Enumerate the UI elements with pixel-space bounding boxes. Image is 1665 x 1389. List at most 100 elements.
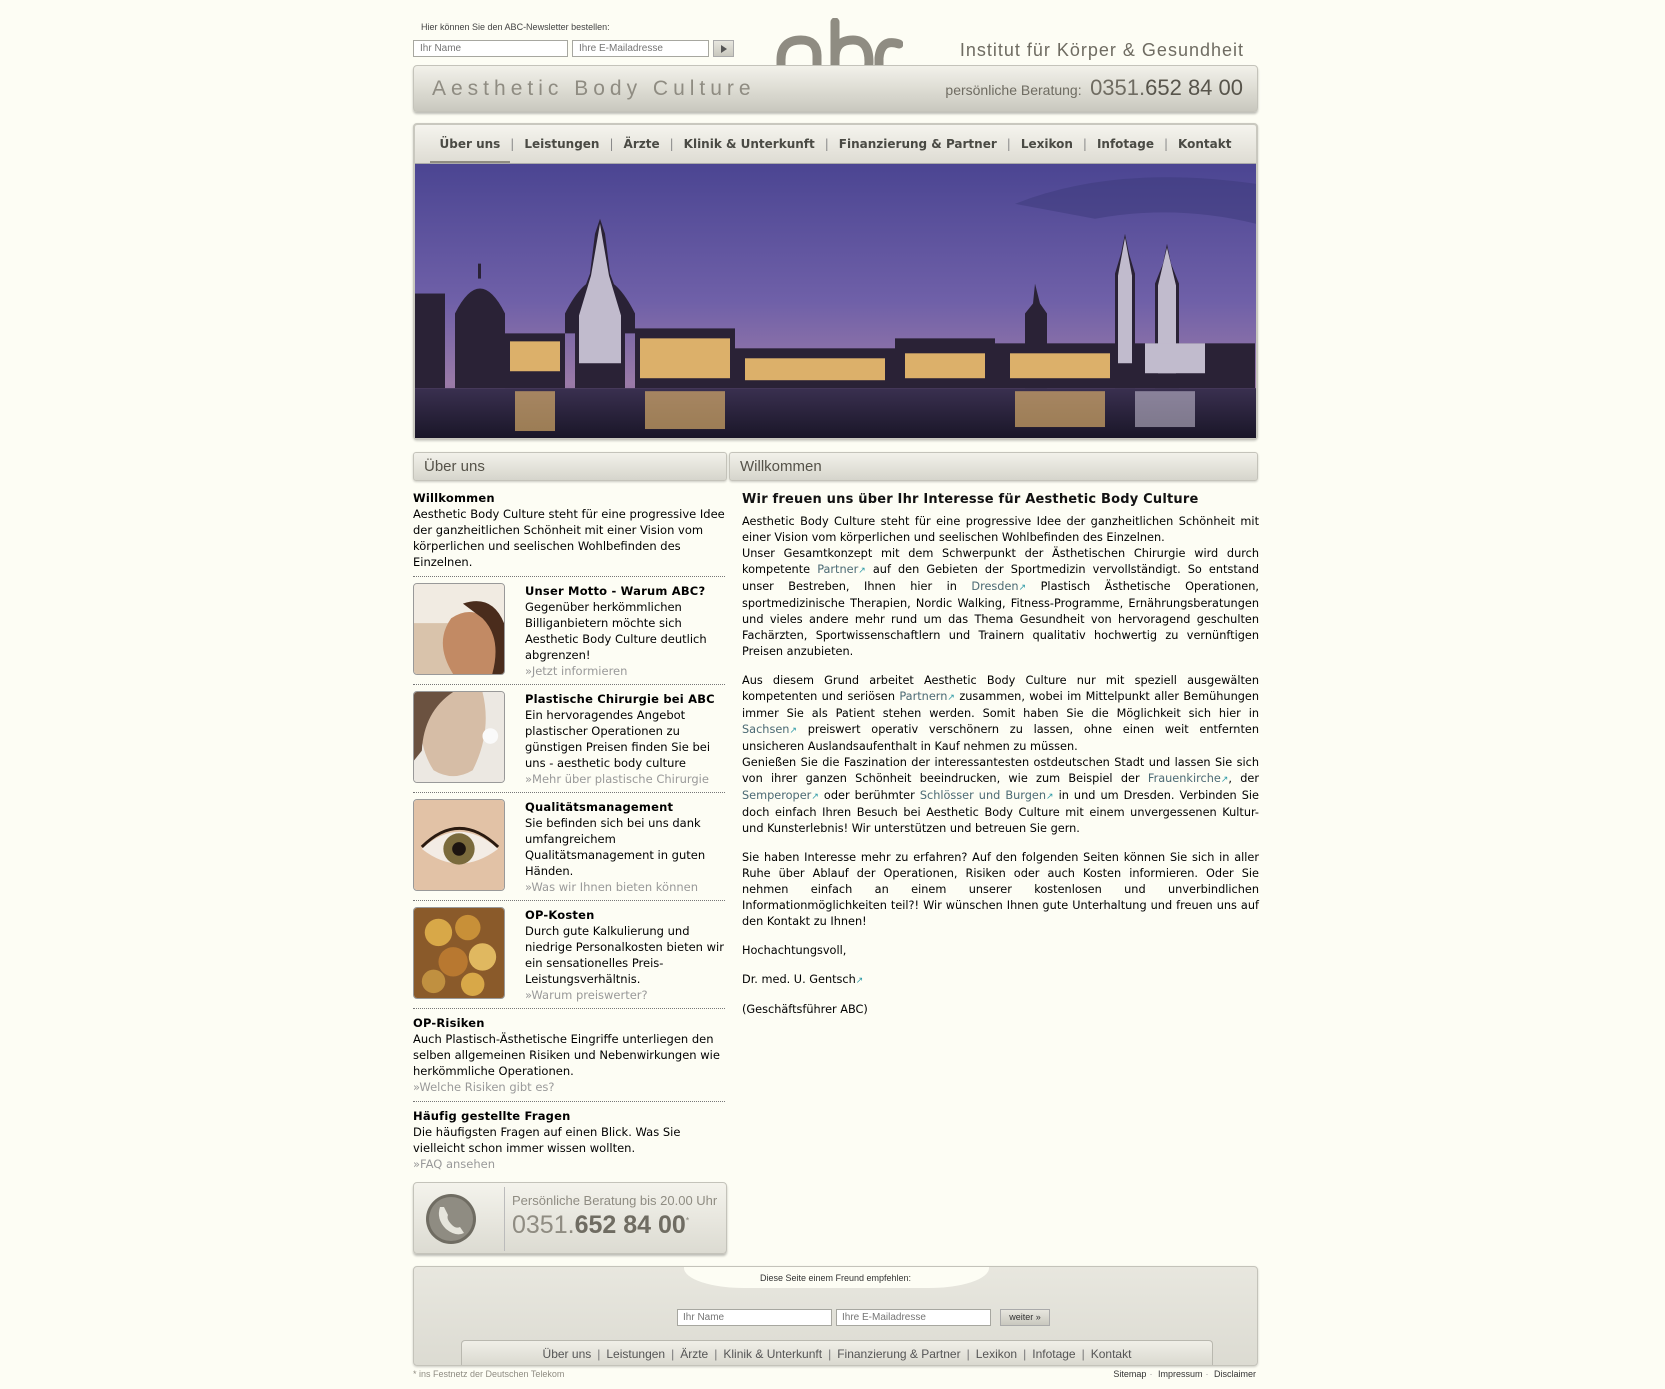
impressum-link[interactable]: Impressum	[1158, 1369, 1203, 1379]
faq-block: Häufig gestellte Fragen Die häufigsten F…	[413, 1108, 725, 1172]
newsletter-email-input[interactable]	[572, 40, 709, 57]
list-item: Unser Motto - Warum ABC? Gegenüber herkö…	[413, 583, 725, 685]
footer: Diese Seite einem Freund empfehlen: weit…	[413, 1266, 1258, 1366]
nav-separator: |	[671, 1347, 675, 1361]
main-nav: Über uns | Leistungen | Ärzte | Klinik &…	[415, 125, 1256, 163]
faq-text: Die häufigsten Fragen auf einen Blick. W…	[413, 1125, 681, 1155]
item-text: Gegenüber herkömmlichen Billiganbietern …	[525, 600, 707, 662]
footer-nav-item[interactable]: Klinik & Unterkunft	[723, 1347, 822, 1361]
paragraph: Sie haben Interesse mehr zu erfahren? Au…	[742, 851, 1259, 928]
newsletter-submit-button[interactable]	[713, 40, 734, 57]
signature: Dr. med. U. Gentsch↗	[742, 972, 1259, 989]
item-text: Ein hervoragendes Angebot plastischer Op…	[525, 708, 711, 770]
hero-dresden-skyline-image	[415, 163, 1256, 438]
woman-portrait-thumbnail[interactable]	[413, 583, 505, 675]
list-item: OP-Kosten Durch gute Kalkulierung und ni…	[413, 907, 725, 1009]
recommend-email-input[interactable]	[836, 1309, 991, 1326]
item-title[interactable]: OP-Kosten	[525, 907, 725, 923]
list-item: Qualitätsmanagement Sie befinden sich be…	[413, 799, 725, 901]
welcome-title[interactable]: Willkommen	[413, 490, 725, 506]
eye-thumbnail[interactable]	[413, 799, 505, 891]
welcome-text: Aesthetic Body Culture steht für eine pr…	[413, 507, 725, 569]
content-title: Wir freuen uns über Ihr Interesse für Ae…	[742, 492, 1199, 507]
link-frauenkirche[interactable]: Frauenkirche	[1148, 772, 1221, 785]
divider	[504, 1187, 505, 1251]
link-schloesser[interactable]: Schlösser und Burgen	[920, 789, 1046, 802]
item-text: Durch gute Kalkulierung und niedrige Per…	[525, 924, 724, 986]
footer-nav-item[interactable]: Kontakt	[1091, 1347, 1132, 1361]
paragraph: Aus diesem Grund arbeitet Aesthetic Body…	[742, 674, 1260, 835]
closing: Hochachtungsvoll,	[742, 944, 847, 957]
nav-separator: |	[714, 1347, 718, 1361]
nav-separator: |	[1081, 1347, 1085, 1361]
footnote: * ins Festnetz der Deutschen Telekom	[413, 1369, 565, 1379]
recommend-name-input[interactable]	[677, 1309, 832, 1326]
footer-nav-item[interactable]: Über uns	[543, 1347, 592, 1361]
external-link-icon: ↗	[947, 693, 955, 703]
left-column: Willkommen Aesthetic Body Culture steht …	[413, 490, 725, 1172]
link-sachsen[interactable]: Sachsen	[742, 723, 789, 736]
link-partnern[interactable]: Partnern	[899, 690, 947, 703]
newsletter-label: Hier können Sie den ABC-Newsletter beste…	[421, 22, 610, 32]
item-title[interactable]: Plastische Chirurgie bei ABC	[525, 691, 725, 707]
recommend-label: Diese Seite einem Freund empfehlen:	[759, 1273, 912, 1283]
external-link-icon: ↗	[858, 566, 866, 576]
footer-nav-item[interactable]: Ärzte	[680, 1347, 708, 1361]
footer-nav-item[interactable]: Infotage	[1032, 1347, 1075, 1361]
nav-separator: |	[1023, 1347, 1027, 1361]
link-separator: ·	[1149, 1369, 1153, 1379]
header-phone-label: persönliche Beratung:	[945, 82, 1082, 98]
woman-face-thumbnail[interactable]	[413, 691, 505, 783]
nav-separator: |	[966, 1347, 970, 1361]
role: (Geschäftsführer ABC)	[742, 1003, 868, 1016]
link-semperoper[interactable]: Semperoper	[742, 789, 811, 802]
link-separator: ·	[1205, 1369, 1209, 1379]
phone-consultation-box: Persönliche Beratung bis 20.00 Uhr 0351.…	[413, 1182, 727, 1254]
faq-more-link[interactable]: »FAQ ansehen	[413, 1156, 725, 1172]
link-dresden[interactable]: Dresden	[971, 580, 1018, 593]
item-text: Sie befinden sich bei uns dank umfangrei…	[525, 816, 706, 878]
external-link-icon: ↗	[789, 726, 798, 736]
link-signature[interactable]: Dr. med. U. Gentsch	[742, 973, 856, 986]
nav-item-klinik[interactable]: Klinik & Unterkunft	[674, 125, 825, 163]
header-bar: Aesthetic Body Culture persönliche Berat…	[413, 65, 1258, 112]
footer-nav-item[interactable]: Lexikon	[976, 1347, 1017, 1361]
page: Hier können Sie den ABC-Newsletter beste…	[413, 0, 1260, 1389]
coins-thumbnail[interactable]	[413, 907, 505, 999]
newsletter-name-input[interactable]	[413, 40, 568, 57]
phone-box-label: Persönliche Beratung bis 20.00 Uhr	[512, 1193, 718, 1208]
nav-separator: |	[828, 1347, 832, 1361]
brand-name: Aesthetic Body Culture	[432, 77, 756, 100]
nav-item-aerzte[interactable]: Ärzte	[614, 125, 670, 163]
nav-item-ueber-uns[interactable]: Über uns	[429, 125, 511, 163]
nav-item-infotage[interactable]: Infotage	[1087, 125, 1164, 163]
risks-block: OP-Risiken Auch Plastisch-Ästhetische Ei…	[413, 1015, 725, 1102]
nav-item-leistungen[interactable]: Leistungen	[514, 125, 609, 163]
item-title[interactable]: Unser Motto - Warum ABC?	[525, 583, 725, 599]
header-phone-number: 0351.652 84 00	[1090, 75, 1243, 100]
faq-title[interactable]: Häufig gestellte Fragen	[413, 1108, 725, 1124]
external-link-icon: ↗	[855, 976, 864, 986]
risks-title[interactable]: OP-Risiken	[413, 1015, 725, 1031]
nav-separator: |	[597, 1347, 601, 1361]
header-phone: persönliche Beratung: 0351.652 84 00	[945, 75, 1243, 101]
nav-item-finanzierung[interactable]: Finanzierung & Partner	[829, 125, 1007, 163]
footer-nav: Über uns | Leistungen | Ärzte | Klinik & Un…	[461, 1340, 1213, 1365]
item-title[interactable]: Qualitätsmanagement	[525, 799, 725, 815]
sitemap-link[interactable]: Sitemap	[1113, 1369, 1146, 1379]
footer-nav-item[interactable]: Leistungen	[606, 1347, 665, 1361]
phone-box-number: 0351.652 84 00*	[512, 1211, 690, 1239]
left-column-heading: Über uns	[413, 452, 727, 481]
nav-hero-box: Über uns | Leistungen | Ärzte | Klinik &…	[413, 123, 1258, 440]
item-more-link[interactable]: »Was wir Ihnen bieten können	[525, 879, 725, 895]
recommend-submit-button[interactable]: weiter »	[1000, 1309, 1050, 1326]
nav-item-kontakt[interactable]: Kontakt	[1168, 125, 1241, 163]
item-more-link[interactable]: »Mehr über plastische Chirurgie	[525, 771, 725, 787]
risks-more-link[interactable]: »Welche Risiken gibt es?	[413, 1079, 725, 1095]
disclaimer-link[interactable]: Disclaimer	[1214, 1369, 1256, 1379]
link-partner[interactable]: Partner	[817, 563, 858, 576]
nav-item-lexikon[interactable]: Lexikon	[1011, 125, 1083, 163]
item-more-link[interactable]: »Jetzt informieren	[525, 663, 725, 679]
footer-nav-item[interactable]: Finanzierung & Partner	[837, 1347, 960, 1361]
item-more-link[interactable]: »Warum preiswerter?	[525, 987, 725, 1003]
